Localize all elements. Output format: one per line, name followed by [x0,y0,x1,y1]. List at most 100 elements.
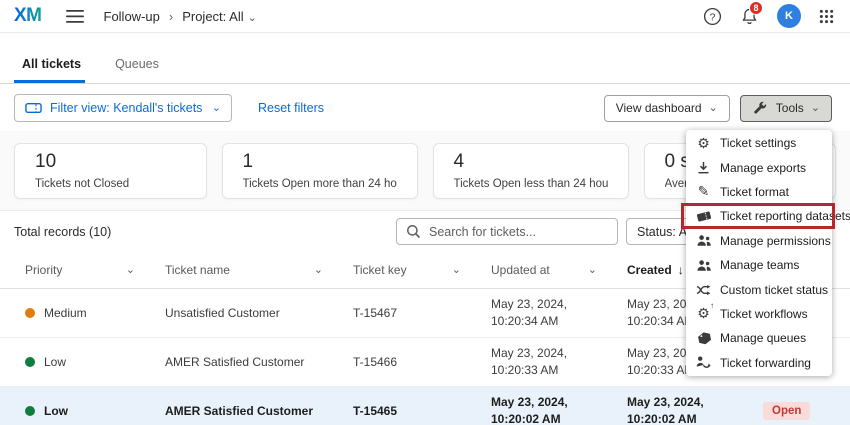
tab-all-tickets[interactable]: All tickets [14,57,85,83]
svg-text:?: ? [710,12,716,23]
menu-item-ticket-reporting-datasets[interactable]: Ticket reporting datasets [686,204,832,228]
priority-label: Low [44,404,68,418]
menu-item-label: Ticket settings [720,136,796,150]
ticket-key-cell: T-15465 [353,404,491,418]
waffle-grid-icon[interactable] [819,9,834,24]
tools-button[interactable]: Tools ⌄ [740,95,832,122]
column-label: Updated at [491,263,550,277]
menu-item-label: Manage teams [720,258,799,272]
gear-icon: ⚙ [695,135,712,152]
ticket-name-cell: Unsatisfied Customer [165,306,353,320]
xm-logo: XM [14,5,42,27]
hamburger-menu-icon[interactable] [66,10,84,23]
ticket-name-cell: AMER Satisfied Customer [165,355,353,369]
menu-item-manage-queues[interactable]: Manage queues [686,326,832,350]
status-cell: Open [763,402,850,420]
tab-bar: All tickets Queues [0,33,850,84]
breadcrumb-project-label: Project: All [182,9,243,24]
menu-item-ticket-settings[interactable]: ⚙ Ticket settings [686,131,832,155]
filter-view-dropdown[interactable]: Filter view: Kendall's tickets ⌄ [14,94,232,122]
column-label: Created [627,263,672,277]
stat-value: 1 [243,151,397,173]
column-header-updated-at[interactable]: Updated at ⌄ [491,263,627,277]
filter-bar: Filter view: Kendall's tickets ⌄ Reset f… [0,84,850,131]
chevron-down-icon[interactable]: ⌄ [588,265,597,276]
people-group-icon [695,259,712,272]
view-dashboard-button[interactable]: View dashboard ⌄ [604,95,730,122]
priority-medium-dot-icon [25,308,35,318]
shuffle-icon [695,284,712,296]
search-input[interactable] [429,225,609,239]
menu-item-custom-ticket-status[interactable]: Custom ticket status [686,277,832,301]
filter-view-label: Filter view: Kendall's tickets [50,101,204,115]
top-bar: XM Follow-up › Project: All ⌄ ? 8 K [0,0,850,33]
priority-cell: Low [25,355,165,369]
breadcrumb: Follow-up › Project: All ⌄ [104,9,257,24]
tab-queues[interactable]: Queues [111,57,163,83]
topbar-actions: ? 8 K [703,4,834,28]
menu-item-manage-teams[interactable]: Manage teams [686,253,832,277]
person-forward-icon [695,356,712,369]
column-label: Priority [25,263,62,277]
menu-item-label: Ticket format [720,185,789,199]
total-records-label: Total records (10) [14,225,111,239]
priority-low-dot-icon [25,406,35,416]
menu-item-label: Ticket reporting datasets [720,209,850,223]
reset-filters-link[interactable]: Reset filters [258,101,324,115]
priority-label: Medium [44,306,87,320]
menu-item-label: Manage permissions [720,234,831,248]
stat-value: 4 [454,151,608,173]
menu-item-manage-exports[interactable]: Manage exports [686,155,832,179]
view-dashboard-label: View dashboard [616,101,702,115]
column-header-ticket-name[interactable]: Ticket name ⌄ [165,263,353,277]
column-header-ticket-key[interactable]: Ticket key ⌄ [353,263,491,277]
tags-icon [695,332,712,345]
stat-card-open-less-24h: 4 Tickets Open less than 24 hours [433,143,629,199]
column-label: Ticket key [353,263,407,277]
priority-label: Low [44,355,66,369]
tools-label: Tools [776,101,804,115]
menu-item-ticket-forwarding[interactable]: Ticket forwarding [686,351,832,375]
ticket-name-cell: AMER Satisfied Customer [165,404,353,418]
people-icon [695,234,712,247]
menu-item-manage-permissions[interactable]: Manage permissions [686,229,832,253]
search-icon [405,224,422,239]
sort-descending-icon: ↓ [678,263,684,277]
ticket-outline-icon [25,102,42,114]
chevron-down-icon: ⌄ [248,12,257,24]
filter-bar-actions: View dashboard ⌄ Tools ⌄ [604,95,832,122]
column-label: Ticket name [165,263,230,277]
stat-label: Tickets Open less than 24 hours [454,178,608,190]
wrench-icon [752,101,769,115]
stat-label: Tickets not Closed [35,178,186,190]
notifications-bell-icon[interactable]: 8 [740,7,759,26]
pencil-icon: ✎ [695,183,712,200]
chevron-down-icon[interactable]: ⌄ [126,265,135,276]
menu-item-label: Ticket workflows [720,307,808,321]
priority-cell: Low [25,404,165,418]
download-icon [695,161,712,174]
breadcrumb-project-dropdown[interactable]: Project: All ⌄ [182,9,257,24]
help-icon[interactable]: ? [703,7,722,26]
menu-item-ticket-workflows[interactable]: ⚙↑ Ticket workflows [686,302,832,326]
stat-value: 10 [35,151,186,173]
avatar[interactable]: K [777,4,801,28]
chevron-right-icon: › [169,9,173,24]
stat-label: Tickets Open more than 24 hours [243,178,397,190]
updated-at-cell: May 23, 2024, 10:20:34 AM [491,296,613,330]
stat-card-open-more-24h: 1 Tickets Open more than 24 hours [222,143,418,199]
menu-item-ticket-format[interactable]: ✎ Ticket format [686,180,832,204]
table-row-highlighted[interactable]: Low AMER Satisfied Customer T-15465 May … [0,387,850,425]
menu-item-label: Custom ticket status [720,283,828,297]
menu-item-label: Ticket forwarding [720,356,811,370]
updated-at-cell: May 23, 2024, 10:20:02 AM [491,394,613,425]
ticket-icon [695,210,712,223]
stat-card-not-closed: 10 Tickets not Closed [14,143,207,199]
chevron-down-icon[interactable]: ⌄ [314,265,323,276]
chevron-down-icon[interactable]: ⌄ [452,265,461,276]
updated-at-cell: May 23, 2024, 10:20:33 AM [491,345,613,379]
column-header-priority[interactable]: Priority ⌄ [25,263,165,277]
search-box [396,218,618,245]
breadcrumb-section[interactable]: Follow-up [104,9,160,24]
created-cell: May 23, 2024, 10:20:02 AM [627,394,749,425]
